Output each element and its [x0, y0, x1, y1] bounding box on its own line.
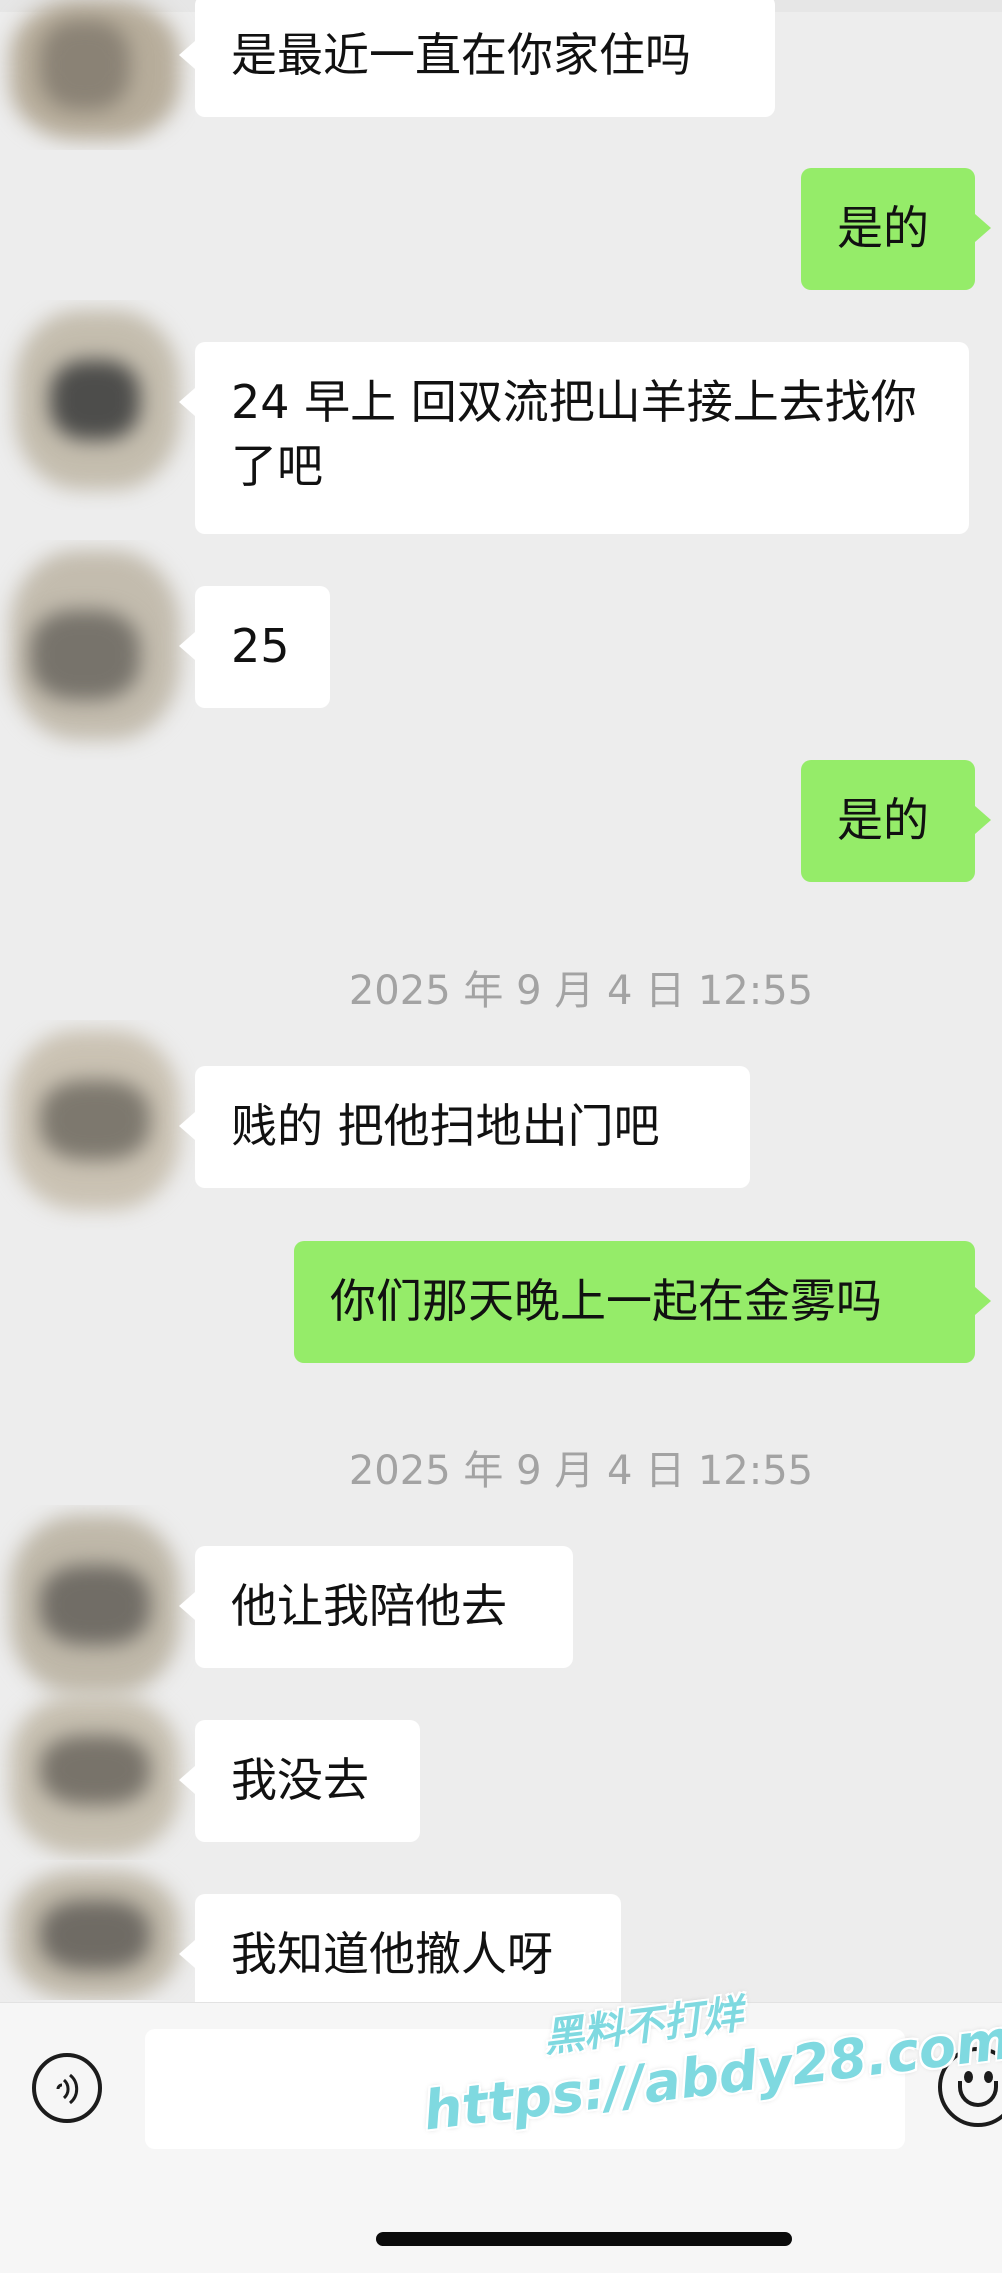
- voice-icon[interactable]: [32, 2053, 102, 2123]
- incoming-message[interactable]: 贱的 把他扫地出门吧: [179, 1066, 750, 1188]
- contact-avatar[interactable]: [0, 1505, 195, 1705]
- incoming-message[interactable]: 是最近一直在你家住吗: [179, 0, 775, 117]
- contact-avatar[interactable]: [0, 540, 195, 760]
- home-indicator[interactable]: [376, 2232, 792, 2246]
- outgoing-message[interactable]: 是的: [801, 760, 991, 882]
- incoming-message[interactable]: 24 早上 回双流把山羊接上去找你了吧: [179, 342, 969, 534]
- contact-avatar[interactable]: [0, 1020, 195, 1230]
- incoming-message[interactable]: 我没去: [179, 1720, 420, 1842]
- contact-avatar[interactable]: [0, 1860, 195, 2000]
- contact-avatar[interactable]: [0, 300, 195, 510]
- message-timestamp: 2025 年 9 月 4 日 12:55: [348, 968, 814, 1014]
- incoming-message[interactable]: 25: [179, 586, 330, 708]
- message-input[interactable]: [145, 2029, 905, 2149]
- incoming-message[interactable]: 我知道他撤人呀: [179, 1894, 621, 2016]
- contact-avatar[interactable]: [0, 1685, 195, 1860]
- message-timestamp: 2025 年 9 月 4 日 12:55: [348, 1448, 814, 1494]
- incoming-message[interactable]: 他让我陪他去: [179, 1546, 573, 1668]
- outgoing-message[interactable]: 你们那天晚上一起在金雾吗: [294, 1241, 991, 1363]
- outgoing-message[interactable]: 是的: [801, 168, 991, 290]
- emoji-icon[interactable]: [938, 2047, 1002, 2127]
- contact-avatar[interactable]: [0, 0, 195, 150]
